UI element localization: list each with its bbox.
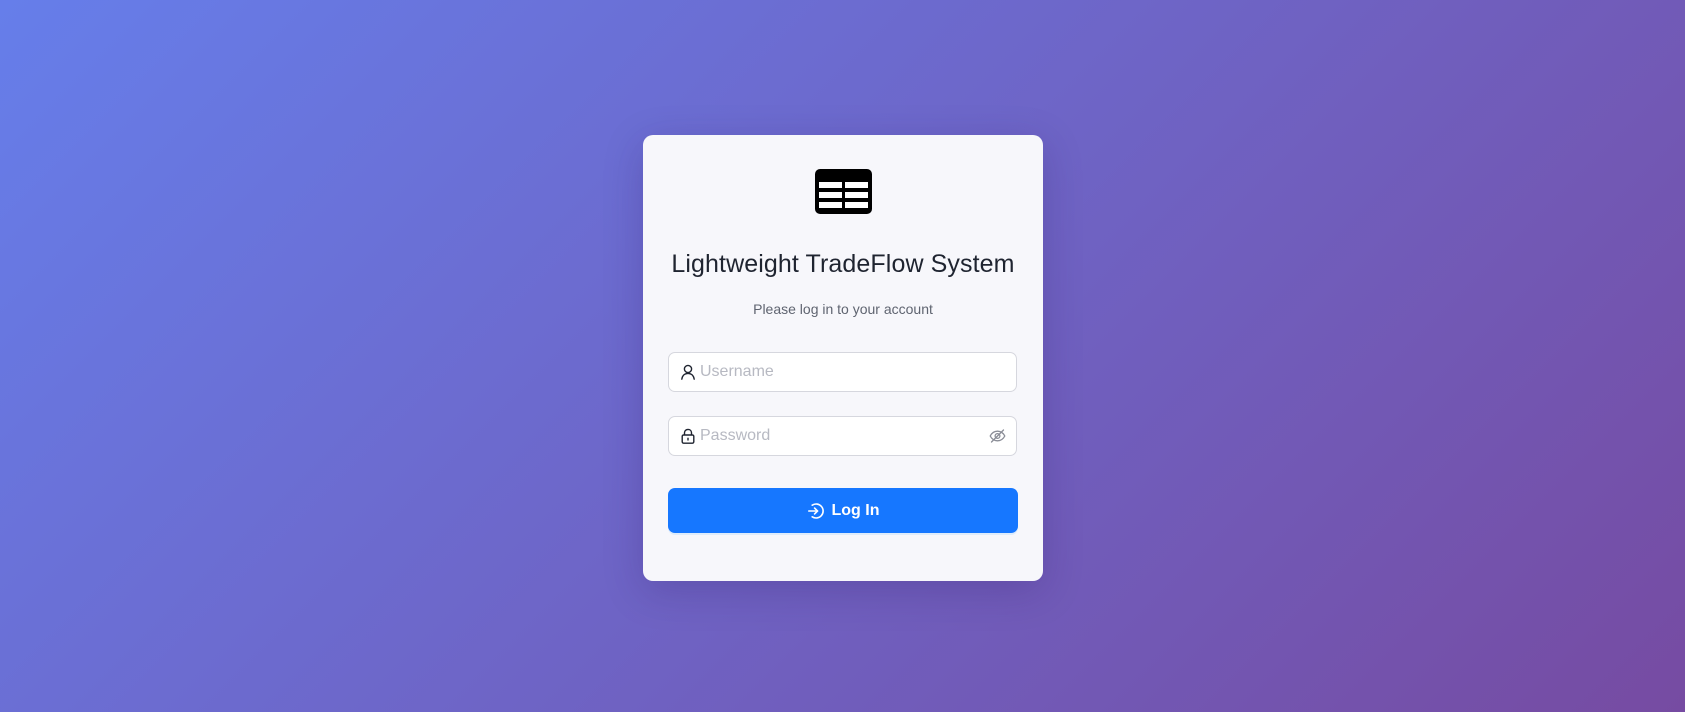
eye-invisible-icon[interactable]: [989, 428, 1006, 444]
login-button[interactable]: Log In: [668, 488, 1018, 533]
lock-icon: [680, 428, 696, 444]
password-field[interactable]: [668, 416, 1017, 456]
user-icon: [680, 364, 696, 380]
login-subtitle: Please log in to your account: [753, 301, 933, 317]
table-icon: [815, 169, 872, 214]
login-card: Lightweight TradeFlow System Please log …: [643, 135, 1043, 581]
username-input[interactable]: [700, 353, 980, 391]
password-input[interactable]: [700, 417, 980, 455]
username-field[interactable]: [668, 352, 1017, 392]
login-icon: [807, 502, 825, 520]
app-title: Lightweight TradeFlow System: [671, 250, 1015, 278]
login-button-label: Log In: [831, 501, 880, 519]
